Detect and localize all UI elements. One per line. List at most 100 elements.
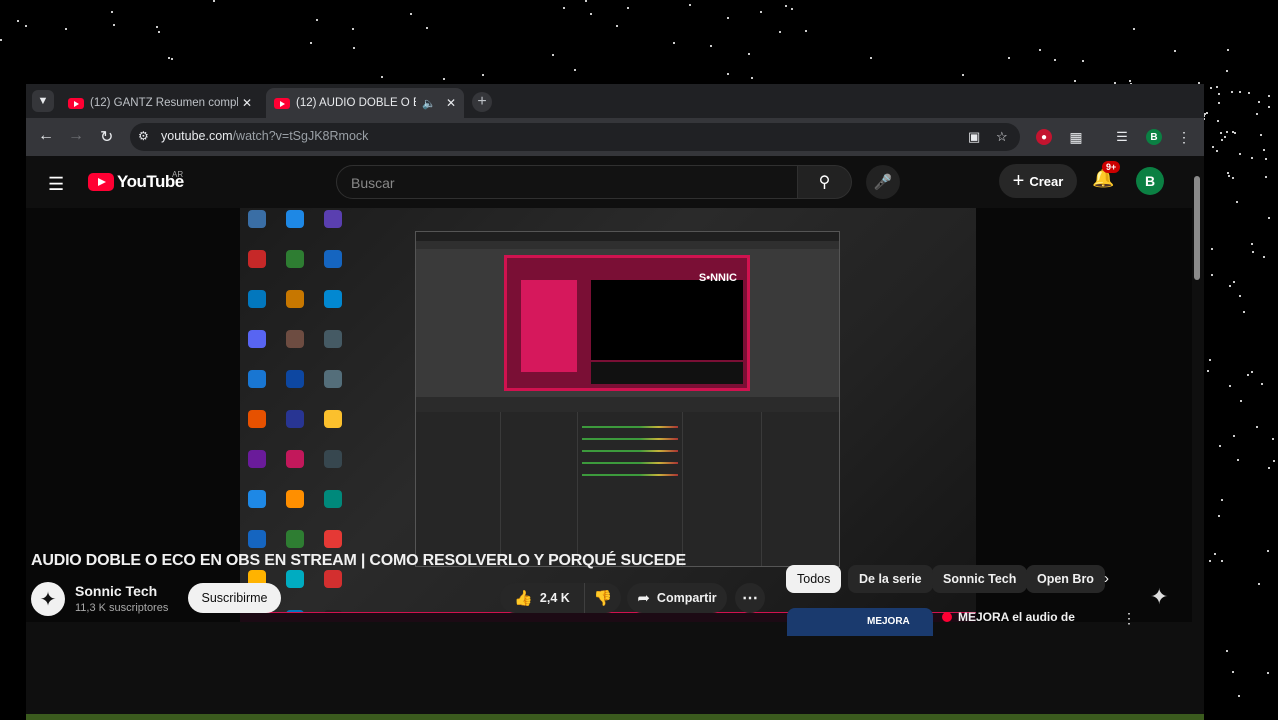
- account-avatar[interactable]: B: [1136, 167, 1164, 195]
- star: [1240, 399, 1243, 402]
- install-app-icon[interactable]: ▣: [968, 129, 980, 145]
- youtube-favicon-icon: [274, 97, 290, 109]
- plus-icon: +: [1012, 169, 1025, 192]
- star: [1267, 671, 1270, 674]
- star: [112, 24, 115, 27]
- subscribe-button[interactable]: Suscribirme: [188, 583, 281, 613]
- star: [1133, 27, 1136, 30]
- microphone-icon: 🎤: [873, 174, 893, 191]
- extension-record-icon[interactable]: ●: [1036, 129, 1052, 145]
- star: [352, 28, 355, 31]
- app-tile-icon: [324, 450, 342, 468]
- star: [551, 53, 554, 56]
- star: [1268, 105, 1271, 108]
- star: [1210, 248, 1213, 251]
- more-actions-button[interactable]: ⋯: [735, 583, 765, 613]
- scrollbar-thumb[interactable]: [1194, 176, 1200, 280]
- desktop-app-icon: [242, 250, 272, 290]
- youtube-logo[interactable]: YouTube AR: [88, 170, 184, 192]
- star: [1209, 560, 1212, 563]
- star: [1224, 135, 1227, 138]
- star: [727, 73, 730, 76]
- star: [1231, 670, 1234, 673]
- browser-menu-icon[interactable]: ⋮: [1176, 129, 1192, 145]
- star: [1257, 582, 1260, 585]
- recommendation-menu-icon[interactable]: ⋮: [1122, 610, 1136, 627]
- star: [804, 29, 807, 32]
- scene-info-bar: [591, 362, 743, 384]
- star: [1211, 273, 1214, 276]
- chip-de-la-serie[interactable]: De la serie: [848, 565, 933, 593]
- bookmark-star-icon[interactable]: ☆: [996, 129, 1008, 145]
- star: [1231, 131, 1234, 134]
- star: [1221, 499, 1224, 502]
- dislike-button[interactable]: 👎: [584, 583, 621, 613]
- chip-open-bro[interactable]: Open Bro: [1026, 565, 1105, 593]
- search-button[interactable]: ⚲: [798, 165, 852, 199]
- app-tile-icon: [324, 250, 342, 268]
- forward-arrow-icon[interactable]: →: [68, 127, 84, 145]
- audio-meter: [582, 438, 678, 440]
- app-tile-icon: [286, 410, 304, 428]
- recommendation-thumbnail[interactable]: MEJORA: [787, 608, 933, 636]
- create-button[interactable]: + Crear: [999, 164, 1077, 198]
- star: [425, 26, 428, 29]
- url-text[interactable]: youtube.com/watch?v=tSgJK8Rmock: [161, 129, 368, 143]
- star: [961, 73, 964, 76]
- desktop-app-icon: [318, 330, 348, 370]
- star: [1073, 79, 1076, 82]
- tab-search-button[interactable]: ▼: [32, 90, 54, 112]
- chip-todos[interactable]: Todos: [786, 565, 842, 593]
- close-tab-icon[interactable]: ✕: [446, 96, 456, 110]
- profile-avatar[interactable]: B: [1146, 129, 1162, 145]
- media-queue-icon[interactable]: ☰: [1114, 129, 1130, 145]
- star: [1233, 435, 1236, 438]
- search-input[interactable]: [349, 174, 783, 192]
- desktop-app-icon: [280, 370, 310, 410]
- close-tab-icon[interactable]: ✕: [242, 96, 252, 110]
- site-info-icon[interactable]: ⚙: [138, 129, 149, 143]
- tab-audio-doble[interactable]: (12) AUDIO DOBLE O ECO E 🔈 ✕: [266, 88, 464, 118]
- reload-icon[interactable]: ↻: [100, 127, 113, 147]
- obs-scenes-dock: [416, 412, 501, 566]
- voice-search-button[interactable]: 🎤: [866, 165, 900, 199]
- search-icon: ⚲: [818, 174, 831, 191]
- desktop-app-icon: [318, 570, 348, 610]
- channel-name[interactable]: Sonnic Tech: [75, 583, 157, 599]
- notification-count-badge: 9+: [1102, 161, 1121, 173]
- like-button[interactable]: 👍 2,4 K: [500, 583, 584, 613]
- star: [616, 24, 619, 27]
- app-tile-icon: [248, 530, 266, 548]
- channel-avatar[interactable]: ✦: [31, 582, 65, 616]
- star: [785, 5, 788, 8]
- obs-controls-dock: [762, 412, 839, 566]
- share-button[interactable]: ➦ Compartir: [627, 583, 727, 613]
- obs-titlebar: [416, 232, 839, 241]
- app-tile-icon: [286, 570, 304, 588]
- star: [1227, 171, 1230, 174]
- channel-watermark-icon[interactable]: ✦: [1150, 584, 1168, 610]
- page-scrollbar[interactable]: [1192, 156, 1204, 720]
- star: [1250, 371, 1253, 374]
- recommendation-title[interactable]: MEJORA el audio de: [958, 610, 1075, 624]
- star: [0, 38, 3, 41]
- star: [1082, 60, 1085, 63]
- tab-gantz[interactable]: (12) GANTZ Resumen completo ✕: [60, 88, 260, 118]
- app-tile-icon: [286, 370, 304, 388]
- new-tab-button[interactable]: +: [472, 92, 492, 112]
- star: [1272, 437, 1275, 440]
- desktop-app-icon: [318, 290, 348, 330]
- star: [1252, 251, 1255, 254]
- search-box[interactable]: [336, 165, 798, 199]
- app-tile-icon: [324, 330, 342, 348]
- extensions-puzzle-icon[interactable]: ▦: [1068, 129, 1084, 145]
- back-arrow-icon[interactable]: ←: [38, 127, 54, 145]
- speaker-icon[interactable]: 🔈: [422, 97, 436, 110]
- star: [590, 12, 593, 15]
- star: [168, 56, 171, 59]
- hamburger-menu-icon[interactable]: ☰: [48, 174, 64, 195]
- chip-sonnic-tech[interactable]: Sonnic Tech: [932, 565, 1028, 593]
- address-bar[interactable]: ⚙ youtube.com/watch?v=tSgJK8Rmock ▣ ☆: [130, 123, 1020, 151]
- chevron-right-icon[interactable]: ›: [1104, 570, 1109, 587]
- star: [1227, 48, 1230, 51]
